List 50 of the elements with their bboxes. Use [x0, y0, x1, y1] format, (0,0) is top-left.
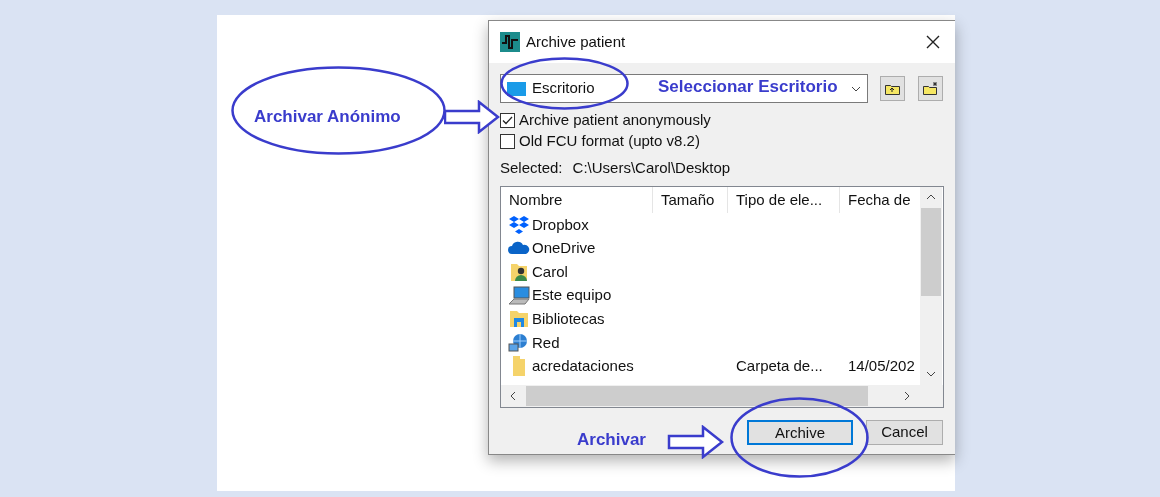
cloud-icon — [507, 241, 530, 256]
file-type: Carpeta de... — [736, 357, 823, 375]
vertical-scrollbar[interactable] — [920, 187, 942, 385]
scroll-up-icon[interactable] — [926, 194, 936, 200]
selected-label: Selected: — [500, 157, 563, 178]
checkbox[interactable] — [500, 134, 515, 149]
column-header[interactable]: Nombre — [501, 187, 653, 213]
desktop-icon — [507, 81, 526, 96]
library-folder-icon — [508, 310, 529, 329]
selected-path: C:\Users\Carol\Desktop — [572, 157, 731, 178]
dialog-button[interactable]: Archive — [747, 420, 853, 445]
new-folder-button[interactable] — [918, 76, 943, 101]
file-name[interactable]: Red — [532, 331, 560, 354]
scrollbar-thumb[interactable] — [921, 208, 941, 296]
checkbox-label: Old FCU format (upto v8.2) — [519, 131, 700, 152]
file-name[interactable]: Este equipo — [532, 284, 612, 307]
folder-up-icon — [885, 82, 900, 95]
globe-icon — [507, 332, 530, 353]
checkbox-label: Archive patient anonymously — [519, 110, 711, 131]
file-name[interactable]: OneDrive — [532, 237, 596, 260]
callout-text: Seleccionar Escritorio — [658, 76, 838, 98]
dialog-button[interactable]: Cancel — [866, 420, 943, 445]
callout-arrow — [444, 100, 500, 134]
callout-arrow — [666, 425, 726, 459]
app-icon — [500, 32, 520, 52]
file-name[interactable]: Bibliotecas — [532, 307, 605, 331]
new-folder-icon — [922, 82, 939, 95]
file-date: 14/05/202 — [848, 357, 915, 375]
box-logo-icon — [507, 214, 530, 235]
column-header[interactable]: Fecha de — [840, 187, 920, 213]
callout-text: Archivar Anónimo — [254, 106, 401, 128]
column-header[interactable]: Tipo de ele... — [728, 187, 840, 213]
up-folder-button[interactable] — [880, 76, 905, 101]
scroll-right-icon[interactable] — [904, 391, 910, 401]
column-header[interactable]: Tamaño — [653, 187, 728, 213]
checkbox[interactable] — [500, 113, 515, 128]
file-name[interactable]: Carol — [532, 260, 568, 284]
callout-text: Archivar — [577, 429, 646, 451]
computer-icon — [507, 285, 530, 306]
close-icon[interactable] — [925, 34, 941, 50]
scroll-down-icon[interactable] — [926, 371, 936, 377]
user-folder-icon — [509, 262, 528, 282]
file-name[interactable]: Dropbox — [532, 213, 589, 237]
window-title: Archive patient — [526, 31, 627, 52]
chevron-down-icon — [851, 85, 861, 92]
folder-icon — [510, 355, 527, 378]
file-name[interactable]: acredataciones — [532, 355, 634, 378]
scrollbar-thumb[interactable] — [526, 386, 868, 406]
horizontal-scrollbar[interactable] — [501, 385, 943, 407]
scroll-left-icon[interactable] — [510, 391, 516, 401]
